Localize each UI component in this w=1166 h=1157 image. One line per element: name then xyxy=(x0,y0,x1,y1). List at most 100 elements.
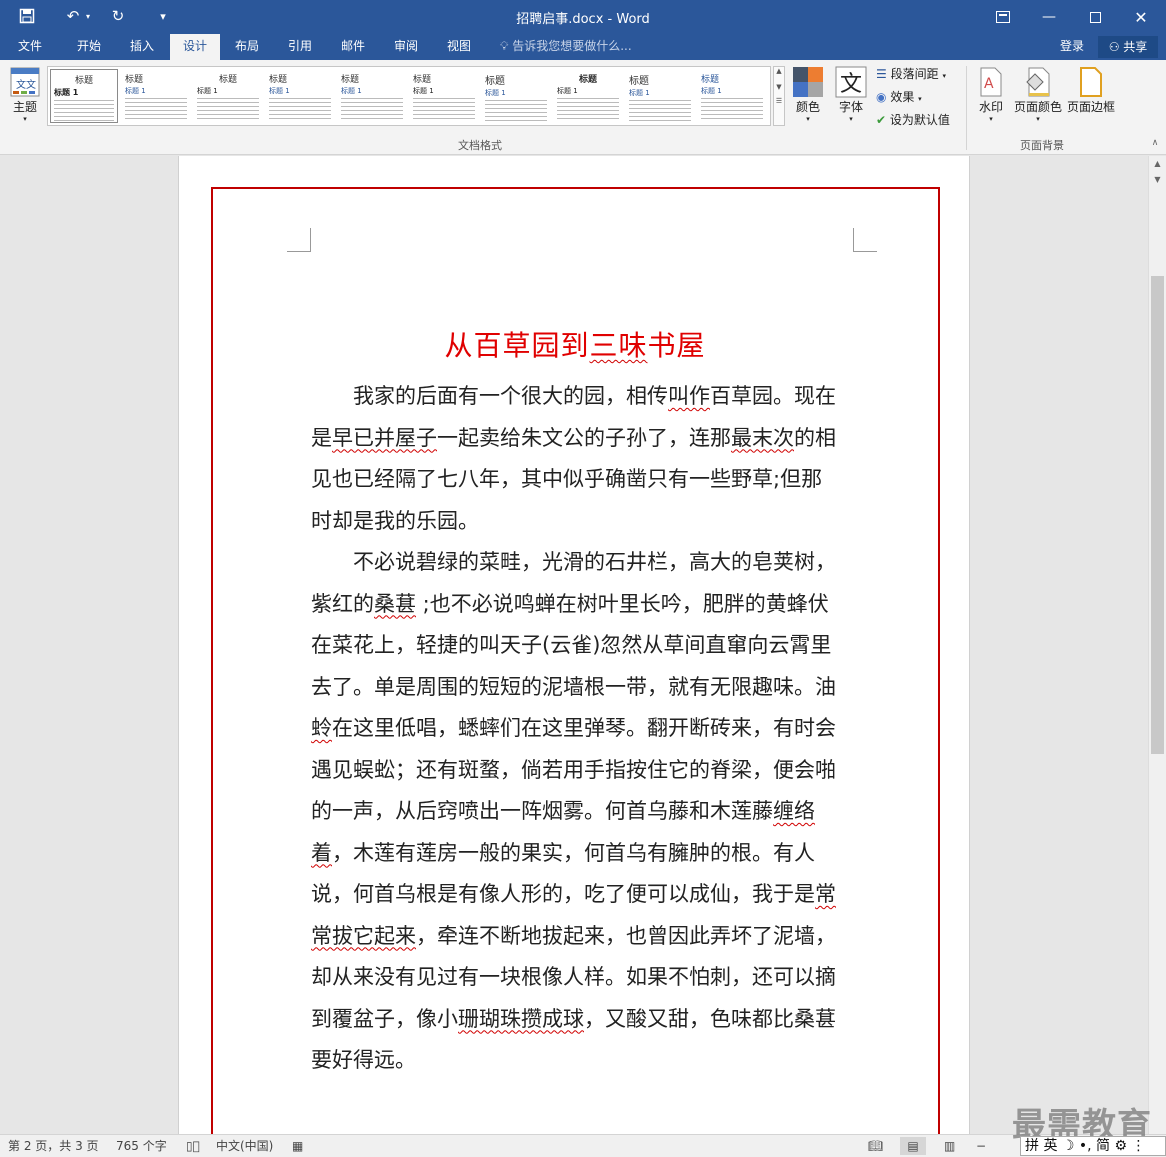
effects-button[interactable]: ◉ 效果 ▾ xyxy=(876,87,922,107)
share-label: 共享 xyxy=(1123,40,1148,54)
collapse-ribbon-icon[interactable]: ∧ xyxy=(1148,138,1162,148)
gallery-more-icon[interactable]: ☰ xyxy=(774,97,784,105)
word-count[interactable]: 765 个字 xyxy=(116,1137,167,1155)
chevron-down-icon: ▾ xyxy=(806,115,810,123)
page-borders-label: 页面边框 xyxy=(1066,100,1115,114)
scroll-up-icon[interactable]: ▲ xyxy=(1149,156,1166,172)
document-body[interactable]: 我家的后面有一个很大的园，相传叫作百草园。现在是早已并屋子一起卖给朱文公的子孙了… xyxy=(311,376,841,1082)
watermark-icon: A xyxy=(978,66,1004,98)
svg-text:文文: 文文 xyxy=(16,78,36,91)
page-color-icon xyxy=(1023,66,1053,98)
svg-text:A: A xyxy=(984,76,994,92)
effects-icon: ◉ xyxy=(876,90,887,104)
read-mode-icon[interactable]: 📖︎ xyxy=(868,1137,883,1155)
set-as-default-button[interactable]: ✔ 设为默认值 xyxy=(876,110,950,130)
margin-corner-mark xyxy=(853,228,877,252)
style-set-item[interactable]: 标题 标题 1 xyxy=(482,69,550,123)
page-count[interactable]: 第 2 页，共 3 页 xyxy=(8,1137,99,1155)
zoom-out-icon[interactable]: − xyxy=(976,1137,986,1155)
spellcheck-marked-word: 蛉 xyxy=(311,716,332,740)
style-set-item[interactable]: 标题 标题 1 xyxy=(410,69,478,123)
chevron-down-icon: ▾ xyxy=(849,115,853,123)
style-set-item[interactable]: 标题 标题 1 xyxy=(338,69,406,123)
style-set-item[interactable]: 标题 标题 1 xyxy=(626,69,694,123)
body-paragraph[interactable]: 我家的后面有一个很大的园，相传叫作百草园。现在是早已并屋子一起卖给朱文公的子孙了… xyxy=(311,376,841,542)
text-run: ，木莲有莲房一般的果实，何首乌有臃肿的根。有人说，何首乌根是有像人形的，吃了便可… xyxy=(311,840,815,907)
login-link[interactable]: 登录 xyxy=(1060,34,1084,58)
spellcheck-marked-word: 球 xyxy=(563,1006,584,1031)
macro-icon[interactable]: ▦ xyxy=(292,1137,303,1155)
document-heading-marked-word: 三味 xyxy=(589,329,648,362)
chevron-up-icon[interactable]: ▲ xyxy=(774,67,784,75)
tab-view[interactable]: 视图 xyxy=(434,34,484,60)
font-icon: 文 xyxy=(835,66,867,98)
page-color-button[interactable]: 页面颜色 ▾ xyxy=(1012,66,1064,130)
text-run: 一起卖给朱文公的子孙了，连那 xyxy=(437,425,731,450)
margin-corner-mark xyxy=(287,228,311,252)
maximize-button[interactable] xyxy=(1072,0,1118,34)
ime-toolbar[interactable]: 拼 英 ☽ •, 简 ⚙ ⋮ xyxy=(1020,1136,1166,1156)
tab-file[interactable]: 文件 xyxy=(6,34,54,60)
document-heading[interactable]: 从百草园到三味书屋 xyxy=(179,324,971,364)
body-paragraph[interactable]: 不必说碧绿的菜畦，光滑的石井栏，高大的皂荚树，紫红的桑葚 ;也不必说鸣蝉在树叶里… xyxy=(311,542,841,1082)
style-set-item[interactable]: 标题 标题 1 xyxy=(698,69,766,123)
close-button[interactable]: ✕ xyxy=(1118,0,1164,34)
spellcheck-marked-word: 叫作 xyxy=(668,384,710,408)
ribbon-design: 文文 主题 ▾ 标题 标题 1 标题 标题 1 标题 标题 1 标题 标题 1 … xyxy=(0,60,1166,155)
language-indicator[interactable]: 中文(中国) xyxy=(216,1137,273,1155)
lightbulb-icon: 💡︎ xyxy=(500,39,509,53)
chevron-down-icon: ▾ xyxy=(989,115,993,123)
themes-button[interactable]: 文文 主题 ▾ xyxy=(6,66,44,130)
style-set-item[interactable]: 标题 标题 1 xyxy=(122,69,190,123)
style-set-item[interactable]: 标题 标题 1 xyxy=(194,69,262,123)
style-set-item[interactable]: 标题 标题 1 xyxy=(554,69,622,123)
style-set-item[interactable]: 标题 标题 1 xyxy=(266,69,334,123)
page-borders-button[interactable]: 页面边框 xyxy=(1066,66,1116,130)
spellcheck-marked-word: 桑葚 xyxy=(374,591,416,616)
group-divider xyxy=(966,66,967,150)
tab-layout[interactable]: 布局 xyxy=(222,34,272,60)
tab-insert[interactable]: 插入 xyxy=(117,34,167,60)
chevron-down-icon: ▾ xyxy=(1036,115,1040,123)
share-button[interactable]: ⚇ 共享 xyxy=(1098,36,1158,58)
tell-me-text: 告诉我您想要做什么... xyxy=(512,39,632,53)
tab-review[interactable]: 审阅 xyxy=(381,34,431,60)
tab-references[interactable]: 引用 xyxy=(275,34,325,60)
undo-dropdown-icon[interactable]: ▾ xyxy=(82,5,94,27)
fonts-button[interactable]: 文 字体 ▾ xyxy=(832,66,870,130)
document-area[interactable]: 从百草园到三味书屋 我家的后面有一个很大的园，相传叫作百草园。现在是早已并屋子一… xyxy=(0,156,1148,1134)
tab-home[interactable]: 开始 xyxy=(64,34,114,60)
document-formatting-group-label: 文档格式 xyxy=(458,139,502,152)
paragraph-spacing-icon: ☰ xyxy=(876,67,887,81)
document-page[interactable]: 从百草园到三味书屋 我家的后面有一个很大的园，相传叫作百草园。现在是早已并屋子一… xyxy=(178,156,970,1134)
style-set-item[interactable]: 标题 标题 1 xyxy=(50,69,118,123)
print-layout-icon[interactable]: ▤ xyxy=(900,1137,926,1155)
save-icon[interactable] xyxy=(14,5,40,27)
vertical-scrollbar[interactable]: ▲ ▼ xyxy=(1148,156,1166,1134)
tab-mailings[interactable]: 邮件 xyxy=(328,34,378,60)
document-formatting-gallery[interactable]: 标题 标题 1 标题 标题 1 标题 标题 1 标题 标题 1 标题 标题 1 … xyxy=(47,66,771,126)
text-run: 我家的后面有一个很大的园，相传 xyxy=(353,384,668,408)
themes-icon: 文文 xyxy=(9,66,41,98)
spellcheck-marked-word: 早已并屋子 xyxy=(332,425,437,450)
scrollbar-thumb[interactable] xyxy=(1151,276,1164,754)
fonts-label: 字体 xyxy=(838,100,863,114)
chevron-down-icon[interactable]: ▼ xyxy=(774,83,784,91)
customize-quick-access-icon[interactable]: ▾ xyxy=(150,5,176,27)
tell-me-box[interactable]: 💡︎ 告诉我您想要做什么... xyxy=(500,34,632,60)
ribbon-tabs: 文件 开始 插入 设计 布局 引用 邮件 审阅 视图 💡︎ 告诉我您想要做什么.… xyxy=(0,34,1166,60)
tab-design[interactable]: 设计 xyxy=(170,34,220,60)
watermark-button[interactable]: A 水印 ▾ xyxy=(973,66,1009,130)
proofing-icon[interactable]: ▯ͯ xyxy=(186,1137,200,1155)
ribbon-display-options-icon[interactable] xyxy=(980,0,1026,34)
scroll-down-icon[interactable]: ▼ xyxy=(1149,172,1166,188)
redo-icon[interactable]: ↻ xyxy=(105,5,131,27)
checkmark-icon: ✔ xyxy=(876,113,887,127)
spellcheck-marked-word: 珊瑚珠攒成 xyxy=(458,1006,563,1031)
paragraph-spacing-button[interactable]: ☰ 段落间距 ▾ xyxy=(876,64,946,84)
minimize-button[interactable]: — xyxy=(1026,0,1072,34)
svg-text:文: 文 xyxy=(840,72,862,97)
gallery-scroll[interactable]: ▲ ▼ ☰ xyxy=(773,66,785,126)
colors-button[interactable]: 颜色 ▾ xyxy=(789,66,827,130)
web-layout-icon[interactable]: ▥ xyxy=(944,1137,955,1155)
